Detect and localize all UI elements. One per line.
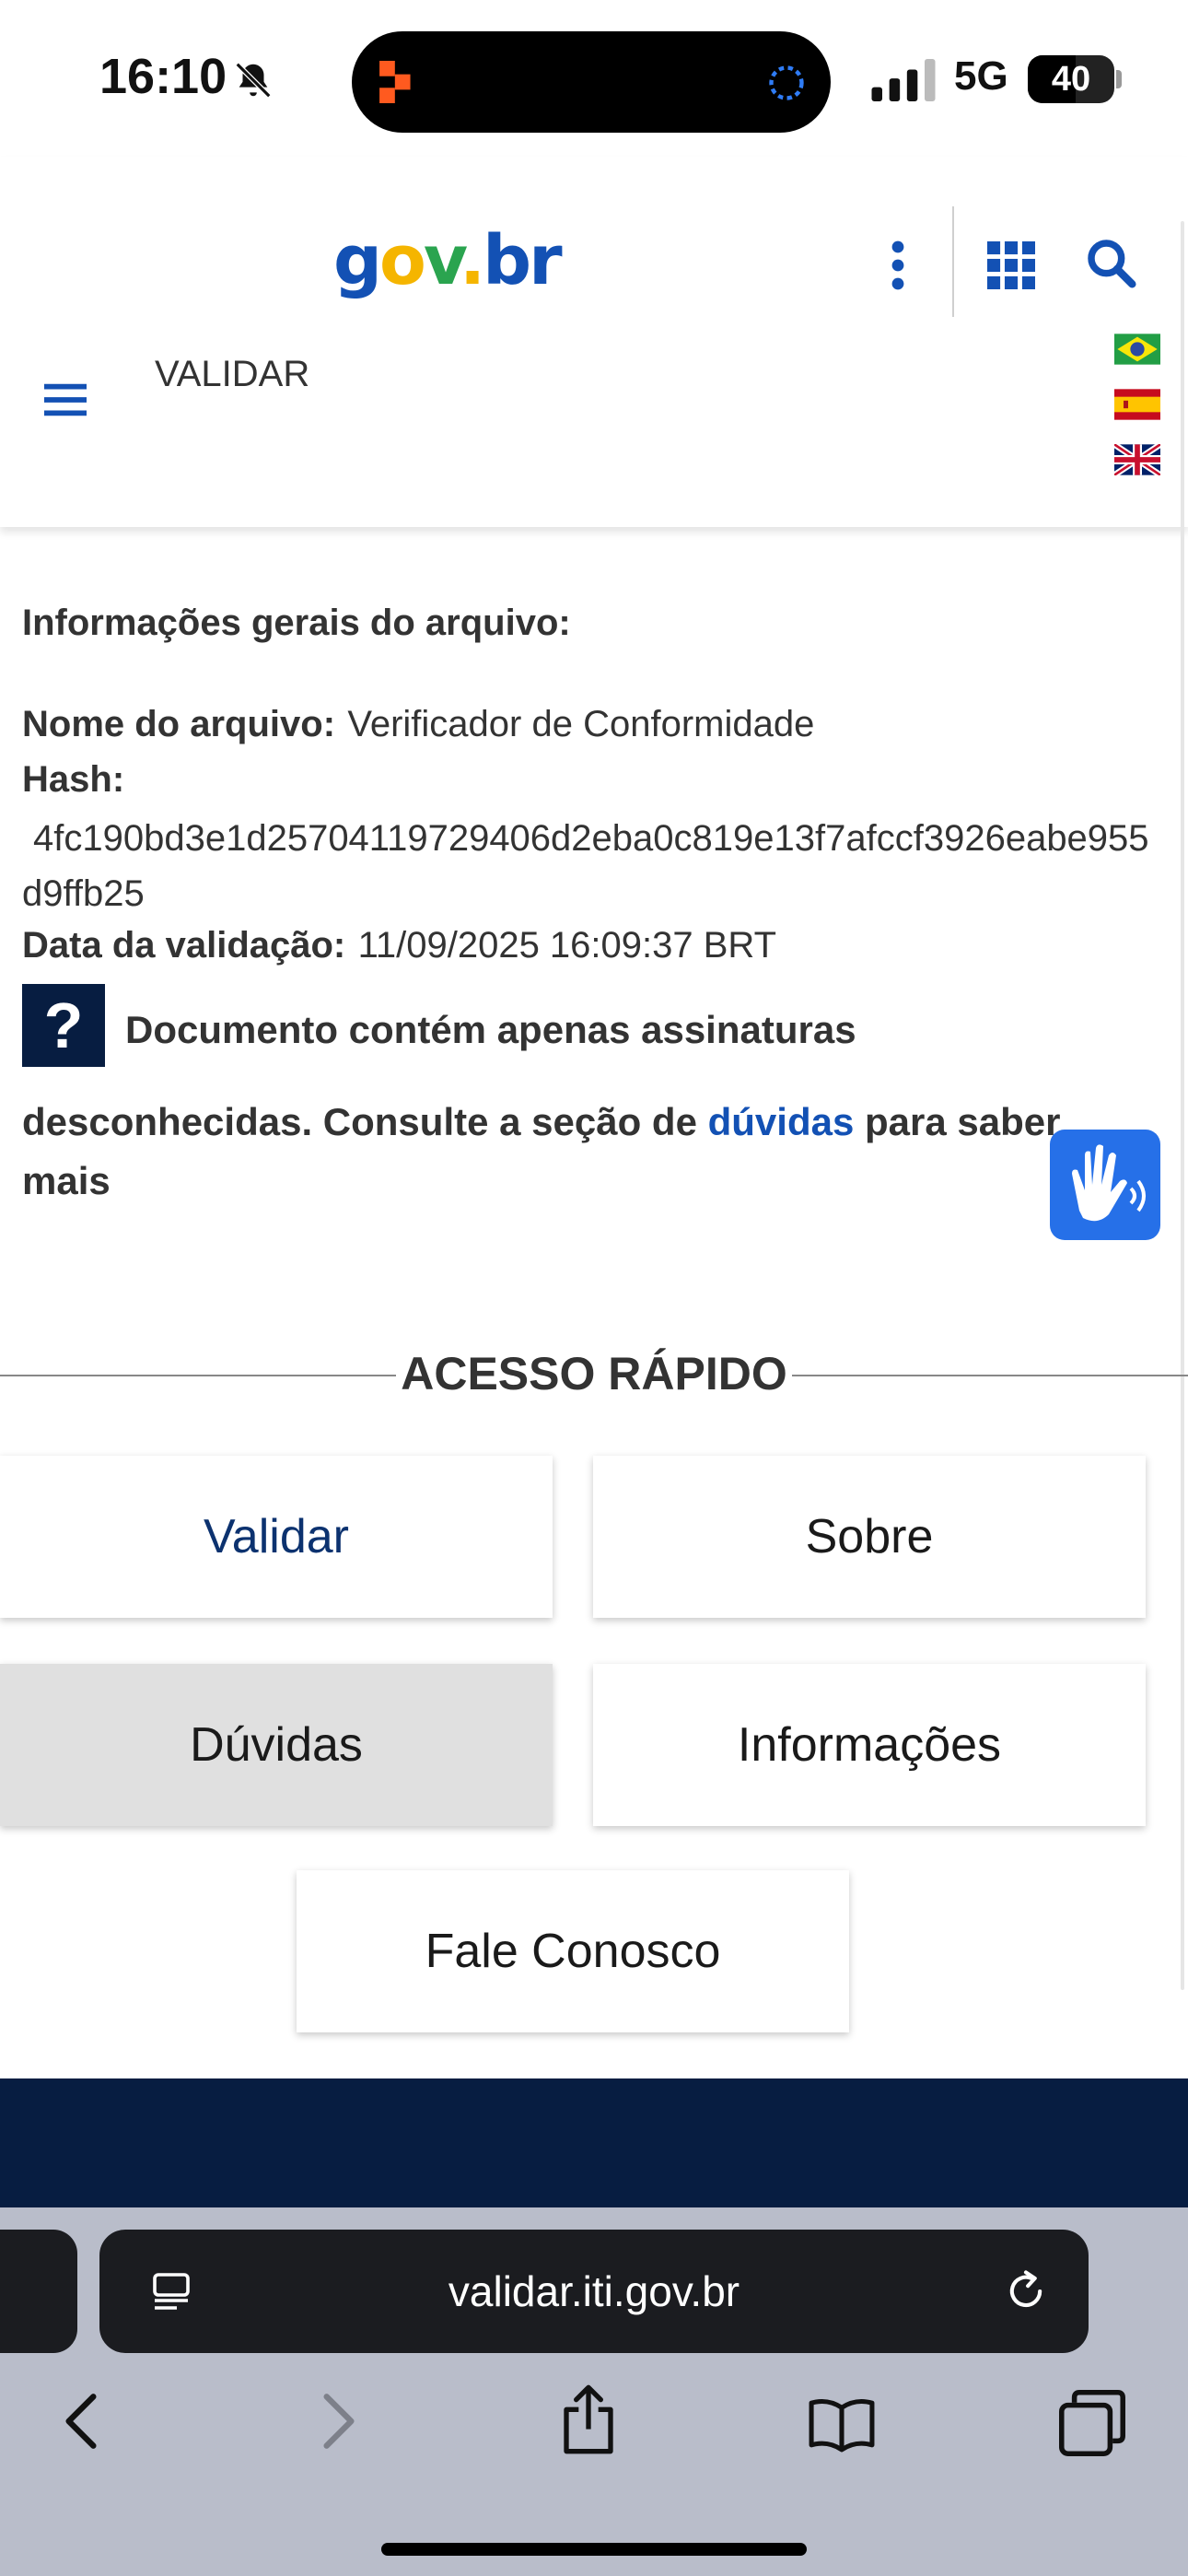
flag-uk-icon[interactable] [1114, 444, 1160, 475]
validation-date-label: Data da validação: [22, 925, 346, 966]
hash-value: 4fc190bd3e1d25704119729406d2eba0c819e13f… [22, 818, 1149, 914]
apps-grid-icon[interactable] [987, 241, 1035, 289]
page-title: VALIDAR [155, 354, 310, 394]
bell-muted-icon [235, 62, 272, 99]
page-scrollbar[interactable] [1181, 221, 1184, 1990]
network-type: 5G [954, 53, 1008, 99]
bookmarks-icon[interactable] [807, 2395, 877, 2453]
address-bar[interactable]: validar.iti.gov.br [99, 2230, 1089, 2353]
status-time: 16:10 [99, 49, 227, 104]
site-footer [0, 2078, 1188, 2207]
file-name-label: Nome do arquivo: [22, 704, 336, 744]
back-icon[interactable] [61, 2392, 101, 2451]
status-bar: 16:10 5G 40 [0, 0, 1188, 157]
validar-button[interactable]: Validar [0, 1456, 553, 1618]
duvidas-link[interactable]: dúvidas [708, 1100, 855, 1143]
validation-date-value: 11/09/2025 16:09:37 BRT [357, 925, 777, 966]
hamburger-menu-icon[interactable] [44, 378, 87, 422]
flag-brazil-icon[interactable] [1114, 334, 1160, 365]
cellular-signal-icon [871, 59, 936, 101]
previous-tab-preview[interactable] [0, 2230, 77, 2353]
flag-spain-icon[interactable] [1114, 389, 1160, 420]
url-text[interactable]: validar.iti.gov.br [99, 2230, 1089, 2353]
activity-app-icon [379, 61, 411, 103]
quick-access-title: ACESSO RÁPIDO [396, 1347, 792, 1400]
search-icon[interactable] [1085, 236, 1136, 289]
status-message: desconhecidas. Consulte a seção de dúvid… [22, 1100, 1061, 1202]
browser-toolbar: validar.iti.gov.br [0, 2207, 1188, 2576]
more-options-icon[interactable] [879, 238, 917, 293]
file-name-value: Verificador de Conformidade [347, 704, 815, 744]
file-name-row: Nome do arquivo: Verificador de Conformi… [22, 704, 814, 745]
battery-tip [1116, 70, 1122, 88]
hash-label: Hash: [22, 759, 125, 800]
duvidas-button[interactable]: Dúvidas [0, 1664, 553, 1826]
home-indicator [381, 2543, 807, 2556]
reload-icon[interactable] [1002, 2266, 1050, 2316]
battery-level: 40 [1051, 60, 1091, 99]
header-divider [952, 206, 954, 317]
unknown-status-icon: ? [22, 984, 105, 1067]
vlibras-accessibility-button[interactable] [1050, 1130, 1160, 1240]
forward-icon[interactable] [319, 2392, 359, 2451]
info-heading: Informações gerais do arquivo: [22, 603, 571, 643]
site-header: gov.br VALIDAR [0, 157, 1188, 527]
share-icon[interactable] [558, 2383, 619, 2456]
govbr-logo[interactable]: gov.br [333, 221, 563, 300]
activity-spinner-icon [769, 65, 804, 100]
fale-conosco-button[interactable]: Fale Conosco [297, 1870, 849, 2032]
tabs-icon[interactable] [1059, 2390, 1125, 2456]
validation-date-row: Data da validação: 11/09/2025 16:09:37 B… [22, 925, 776, 966]
status-message-line1: Documento contém apenas assinaturas [125, 1008, 856, 1051]
dynamic-island [352, 31, 831, 133]
battery-icon: 40 [1028, 55, 1114, 103]
informacoes-button[interactable]: Informações [593, 1664, 1146, 1826]
sobre-button[interactable]: Sobre [593, 1456, 1146, 1618]
